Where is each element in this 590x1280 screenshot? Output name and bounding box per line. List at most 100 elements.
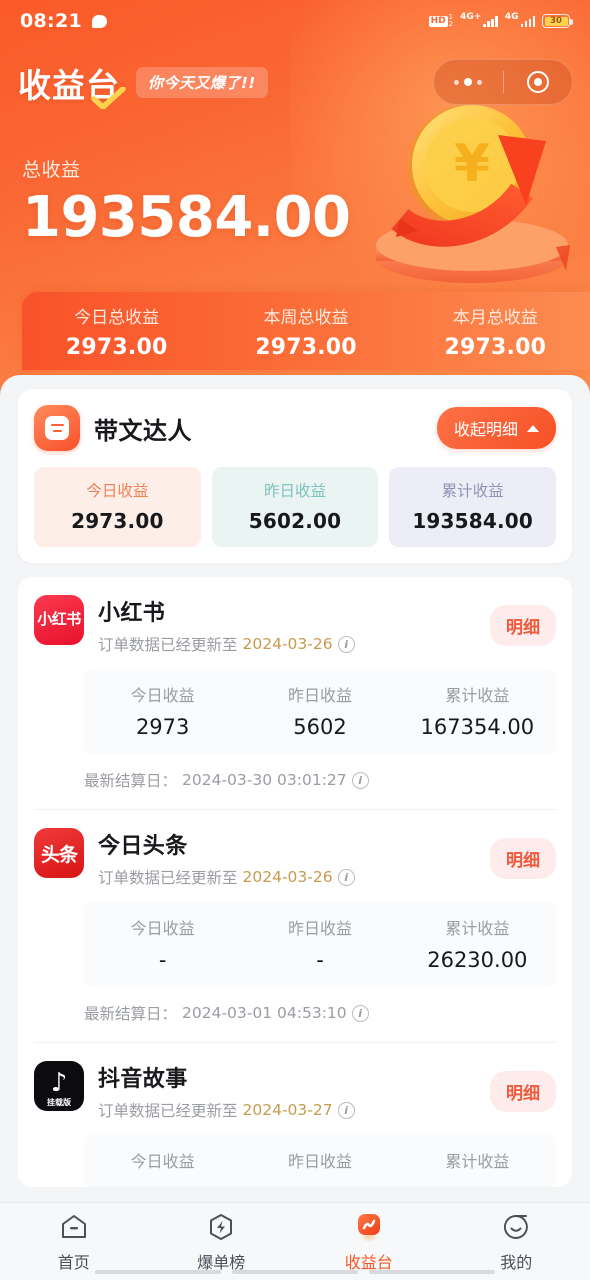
- platform-detail-button[interactable]: 明细: [490, 837, 556, 879]
- total-revenue-label: 总收益: [22, 159, 81, 181]
- sim2-number: 2: [448, 20, 454, 28]
- info-icon[interactable]: i: [351, 771, 369, 789]
- coin-arrow-podium-illustration: ¥: [376, 105, 570, 283]
- hd-label: HD: [428, 15, 448, 27]
- revenue-icon: [353, 1211, 385, 1243]
- stat-label: 累计收益: [441, 482, 504, 500]
- info-icon[interactable]: i: [351, 1004, 369, 1022]
- platform-stat-total: 累计收益: [399, 1148, 556, 1172]
- platform-logo-text: 小红书: [37, 610, 81, 629]
- platform-logo-text: 挂载版: [47, 1098, 71, 1107]
- profile-card: 带文达人 收起明细 今日收益 2973.00 昨日收益 5602.00 累计收益…: [18, 389, 572, 563]
- total-revenue-value: 193584.00: [22, 185, 351, 250]
- tab-hot-list[interactable]: 爆单榜: [148, 1211, 296, 1273]
- platform-stat-total: 累计收益 167354.00: [399, 682, 556, 739]
- message-bubble-icon: [91, 14, 107, 28]
- summary-cell-month: 本月总收益 2973.00: [401, 303, 590, 360]
- platform-update-note: 订单数据已经更新至 2024-03-27 i: [98, 1099, 490, 1121]
- platform-row: ♪ 挂载版 抖音故事 订单数据已经更新至 2024-03-27 i 明细 今日收…: [34, 1042, 556, 1187]
- settlement-value: 2024-03-30 03:01:27: [182, 771, 347, 789]
- update-prefix: 订单数据已经更新至: [98, 636, 238, 654]
- stat-label: 今日收益: [130, 1152, 195, 1171]
- svg-text:¥: ¥: [454, 134, 490, 194]
- hd-icon: HD 1 2: [428, 13, 454, 29]
- platform-stat-today: 今日收益: [84, 1148, 241, 1172]
- stat-label: 昨日收益: [287, 919, 352, 938]
- platform-stat-grid: 今日收益 2973 昨日收益 5602 累计收益 167354.00: [84, 669, 556, 754]
- home-indicator: [95, 1270, 495, 1274]
- toutiao-logo-icon: 头条: [34, 828, 84, 878]
- profile-stat-yesterday: 昨日收益 5602.00: [211, 467, 379, 547]
- platform-meta: 小红书 订单数据已经更新至 2024-03-26 i: [98, 595, 490, 655]
- platform-update-note: 订单数据已经更新至 2024-03-26 i: [98, 866, 490, 888]
- miniprogram-capsule[interactable]: [433, 59, 573, 105]
- status-bar: 08:21 HD 1 2 4G+ 4G 30: [0, 0, 590, 42]
- douyin-logo-icon: ♪ 挂载版: [34, 1061, 84, 1111]
- xiaohongshu-logo-icon: 小红书: [34, 595, 84, 645]
- update-date: 2024-03-27: [242, 1101, 333, 1119]
- tab-label: 我的: [500, 1253, 533, 1272]
- info-icon[interactable]: i: [337, 1101, 355, 1119]
- stat-value: 2973: [135, 715, 190, 739]
- stat-value: 5602: [293, 715, 347, 739]
- collapse-detail-button[interactable]: 收起明细: [436, 407, 556, 449]
- platform-detail-button[interactable]: 明细: [490, 1070, 556, 1112]
- status-time: 08:21: [20, 10, 82, 32]
- network-label-2: 4G: [504, 11, 519, 22]
- summary-value: 2973.00: [65, 334, 168, 360]
- platform-header: 头条 今日头条 订单数据已经更新至 2024-03-26 i 明细: [34, 828, 556, 888]
- tab-label: 首页: [57, 1253, 90, 1272]
- platform-name: 今日头条: [98, 834, 188, 859]
- platform-name: 小红书: [98, 601, 166, 626]
- profile-name: 带文达人: [94, 416, 192, 445]
- document-avatar-icon: [34, 405, 80, 451]
- stat-value: -: [158, 948, 167, 972]
- stat-value: 5602.00: [248, 509, 342, 533]
- tab-home[interactable]: 首页: [0, 1211, 148, 1273]
- platform-stat-yesterday: 昨日收益 -: [241, 915, 398, 972]
- status-bar-right: HD 1 2 4G+ 4G 30: [428, 11, 573, 29]
- summary-label: 本周总收益: [263, 307, 349, 328]
- platform-row: 小红书 小红书 订单数据已经更新至 2024-03-26 i 明细 今日收益 2…: [34, 577, 556, 809]
- settlement-value: 2024-03-01 04:53:10: [182, 1004, 347, 1022]
- more-dots-icon: [454, 78, 483, 86]
- stat-label: 今日收益: [130, 919, 195, 938]
- summary-value: 2973.00: [444, 334, 547, 360]
- more-menu-button[interactable]: [434, 78, 503, 86]
- bottom-tab-bar: 首页 爆单榜 收益台 我的: [0, 1202, 590, 1280]
- summary-cell-today: 今日总收益 2973.00: [22, 303, 211, 360]
- platform-header: 小红书 小红书 订单数据已经更新至 2024-03-26 i 明细: [34, 595, 556, 655]
- stat-value: 167354.00: [420, 715, 535, 739]
- hero-header: ¥ 08:21 HD 1 2 4G+ 4G 30 收益台 你今天又爆了!! 总收…: [0, 0, 590, 400]
- home-icon: [58, 1211, 90, 1243]
- network-label-1: 4G+: [460, 11, 482, 22]
- brand-logo: 收益台: [18, 59, 126, 109]
- profile-stat-total: 累计收益 193584.00: [389, 467, 557, 547]
- platform-detail-button[interactable]: 明细: [490, 604, 556, 646]
- platform-update-note: 订单数据已经更新至 2024-03-26 i: [98, 633, 490, 655]
- content-sheet: 带文达人 收起明细 今日收益 2973.00 昨日收益 5602.00 累计收益…: [0, 375, 590, 1205]
- stat-value: 2973.00: [71, 509, 164, 533]
- update-date: 2024-03-26: [242, 868, 333, 886]
- revenue-dashboard-screen: ¥ 08:21 HD 1 2 4G+ 4G 30 收益台 你今天又爆了!! 总收…: [0, 0, 590, 1280]
- collapse-detail-label: 收起明细: [453, 422, 518, 439]
- checkmark-icon: [91, 86, 126, 109]
- platform-stat-yesterday: 昨日收益: [241, 1148, 398, 1172]
- info-icon[interactable]: i: [337, 635, 355, 653]
- profile-stat-today: 今日收益 2973.00: [34, 467, 201, 547]
- stat-label: 今日收益: [86, 482, 149, 500]
- platform-stat-today: 今日收益 -: [84, 915, 241, 972]
- close-miniprogram-button[interactable]: [504, 71, 573, 93]
- status-bar-left: 08:21: [20, 10, 107, 32]
- tab-profile[interactable]: 我的: [443, 1211, 590, 1273]
- platform-row: 头条 今日头条 订单数据已经更新至 2024-03-26 i 明细 今日收益 -…: [34, 809, 556, 1042]
- target-icon: [526, 71, 549, 93]
- profile-stats: 今日收益 2973.00 昨日收益 5602.00 累计收益 193584.00: [34, 467, 557, 547]
- stat-label: 昨日收益: [264, 482, 327, 500]
- stat-label: 累计收益: [445, 919, 510, 938]
- profile-icon: [500, 1211, 532, 1243]
- tagline-badge: 你今天又爆了!!: [136, 67, 268, 98]
- summary-label: 今日总收益: [74, 307, 160, 328]
- tab-revenue[interactable]: 收益台: [295, 1211, 443, 1273]
- info-icon[interactable]: i: [337, 868, 355, 886]
